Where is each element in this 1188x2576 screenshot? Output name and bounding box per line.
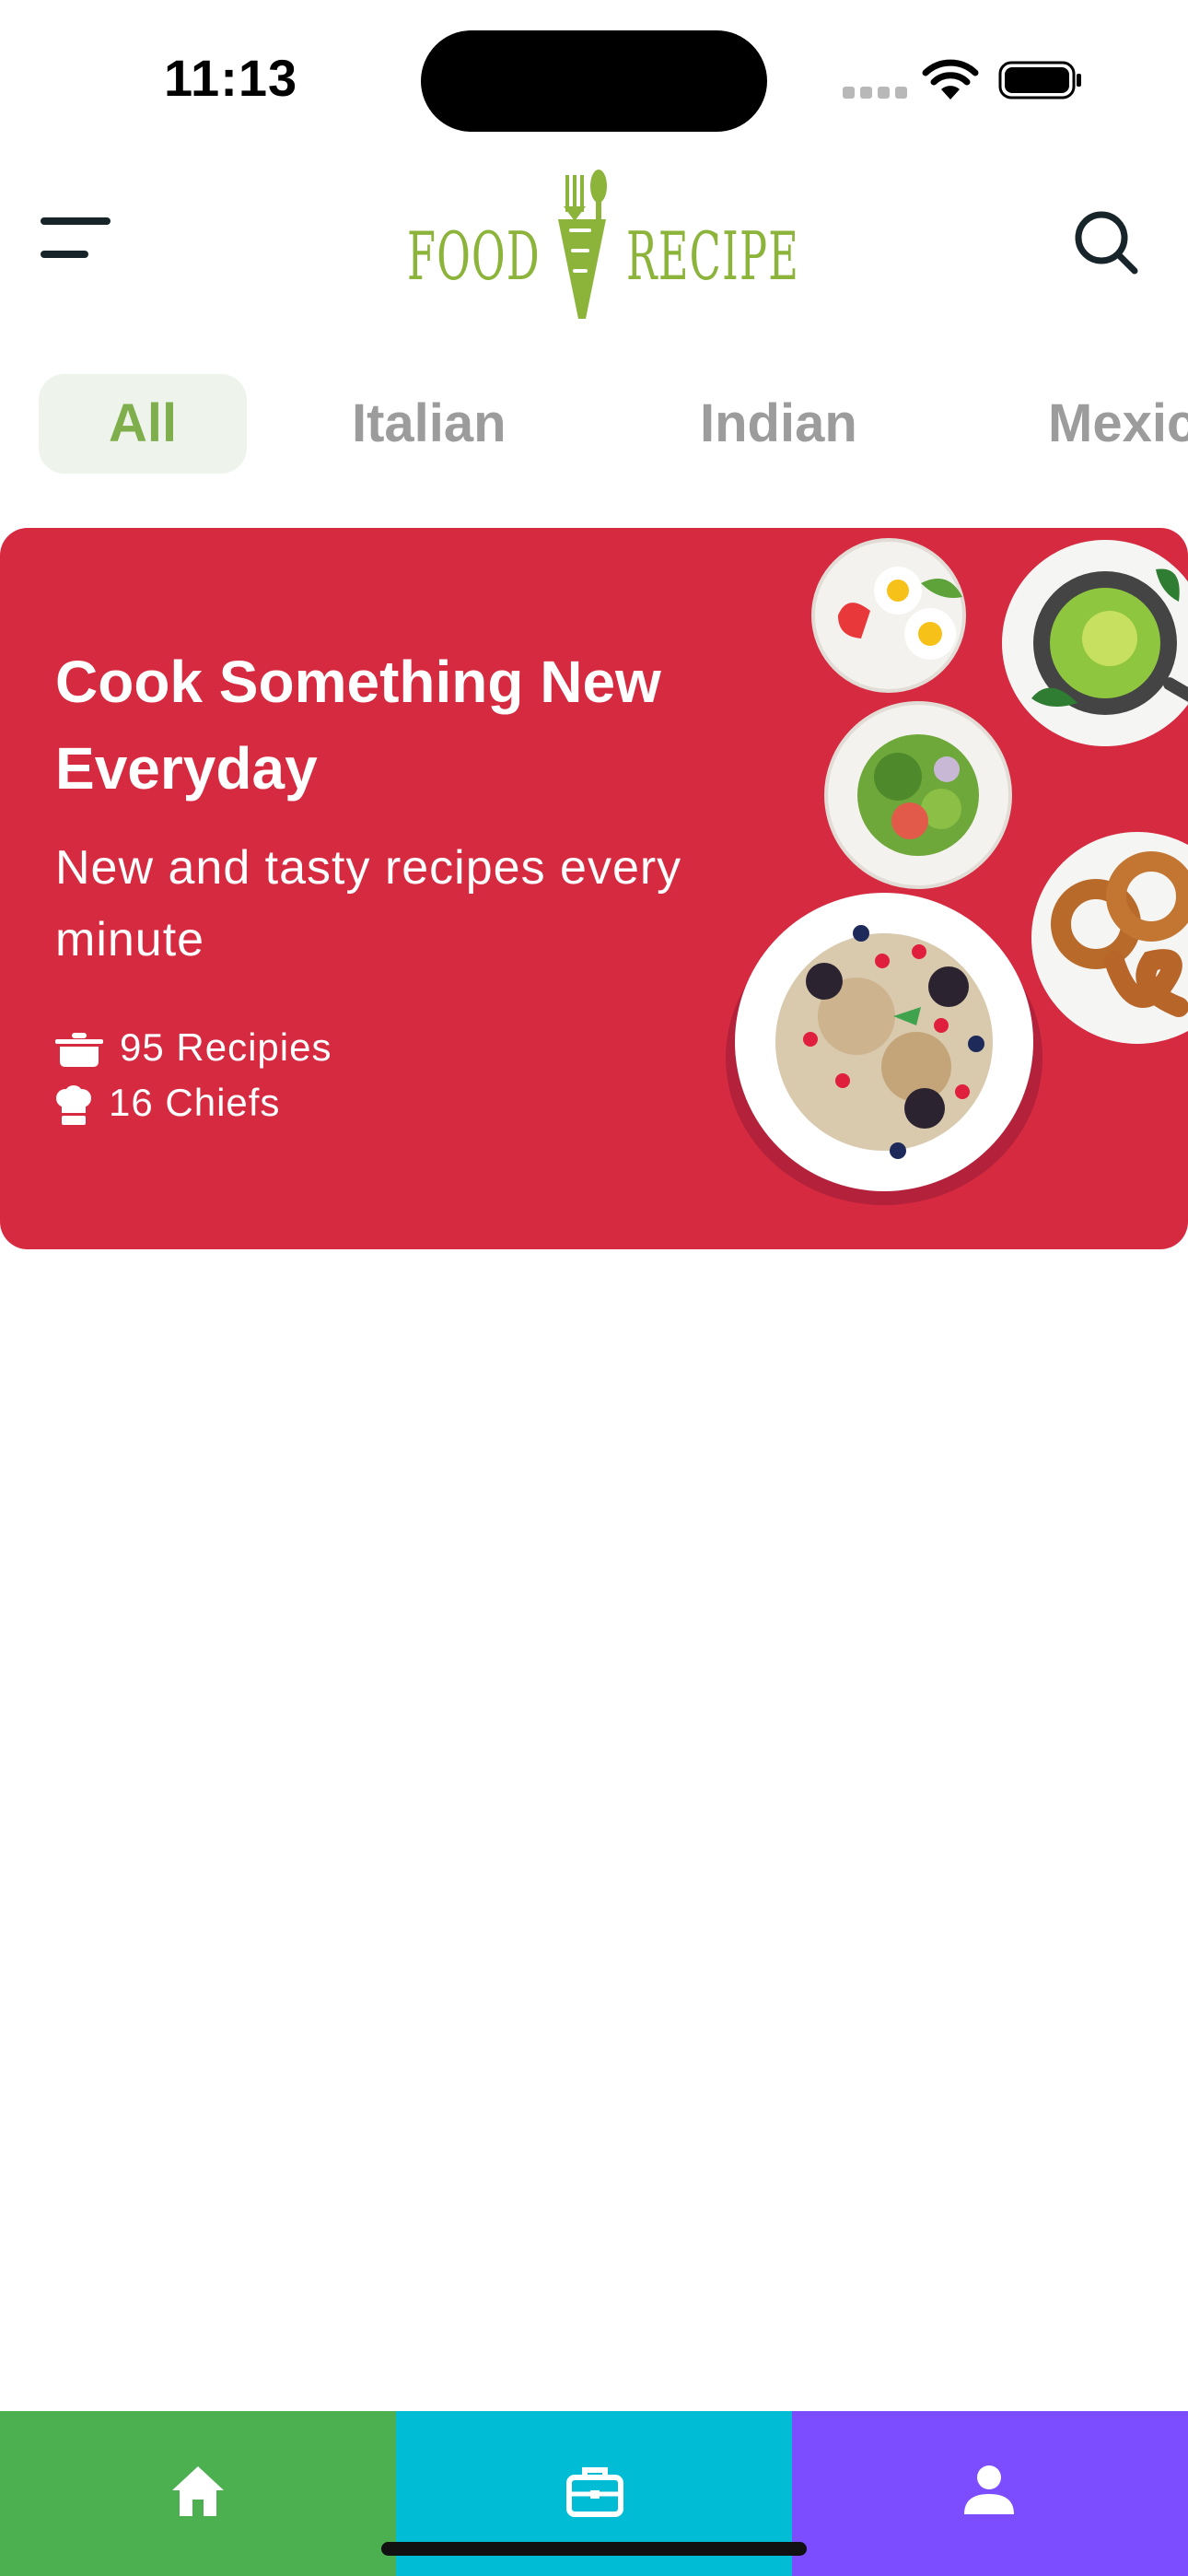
- banner-subtitle: New and tasty recipes every minute: [55, 841, 682, 966]
- menu-icon: [41, 217, 111, 225]
- banner-title: Cook Something New Everyday: [55, 649, 661, 802]
- category-tabs: All Italian Indian Mexican: [0, 369, 1188, 481]
- tab-mexican[interactable]: Mexican: [1048, 374, 1188, 474]
- home-indicator: [381, 2542, 807, 2556]
- cooking-pot-icon: [55, 1032, 103, 1067]
- tab-indian[interactable]: Indian: [700, 374, 857, 474]
- tab-italian[interactable]: Italian: [352, 374, 507, 474]
- porridge-bowl-image: [726, 893, 1042, 1205]
- eggs-plate-image: [811, 538, 966, 693]
- chef-hat-icon: [56, 1084, 91, 1125]
- logo-word-food: Food: [407, 217, 541, 295]
- pretzel-plate-image: [1031, 832, 1188, 1044]
- logo-word-recipe: Recipe: [626, 217, 800, 295]
- wifi-icon: [922, 59, 979, 100]
- menu-button[interactable]: [41, 217, 114, 263]
- chefs-stat: 16 Chiefs: [55, 1081, 280, 1126]
- search-icon[interactable]: [1070, 206, 1144, 280]
- featured-banner[interactable]: Cook Something New Everyday New and tast…: [0, 528, 1188, 1249]
- home-icon: [172, 2466, 224, 2516]
- battery-icon: [998, 61, 1081, 100]
- dynamic-island: [421, 30, 767, 132]
- tea-plate-image: [1002, 540, 1188, 746]
- signal-dots-icon: [843, 87, 913, 103]
- tab-all[interactable]: All: [39, 374, 247, 474]
- nav-profile-button[interactable]: [792, 2411, 1188, 2576]
- briefcase-icon: [566, 2467, 623, 2517]
- status-bar: 11:13: [0, 0, 1188, 157]
- recipes-stat: 95 Recipies: [55, 1025, 332, 1070]
- carrot-utensils-icon: [558, 170, 607, 319]
- app-logo: Food Recipe: [407, 166, 798, 322]
- recipes-count: 95 Recipies: [120, 1025, 332, 1069]
- salad-plate-image: [824, 701, 1012, 889]
- food-plates-illustration: [726, 538, 1188, 1205]
- status-time: 11:13: [164, 49, 298, 107]
- chefs-count: 16 Chiefs: [109, 1081, 281, 1124]
- person-icon: [964, 2465, 1014, 2514]
- nav-home-button[interactable]: [0, 2411, 396, 2576]
